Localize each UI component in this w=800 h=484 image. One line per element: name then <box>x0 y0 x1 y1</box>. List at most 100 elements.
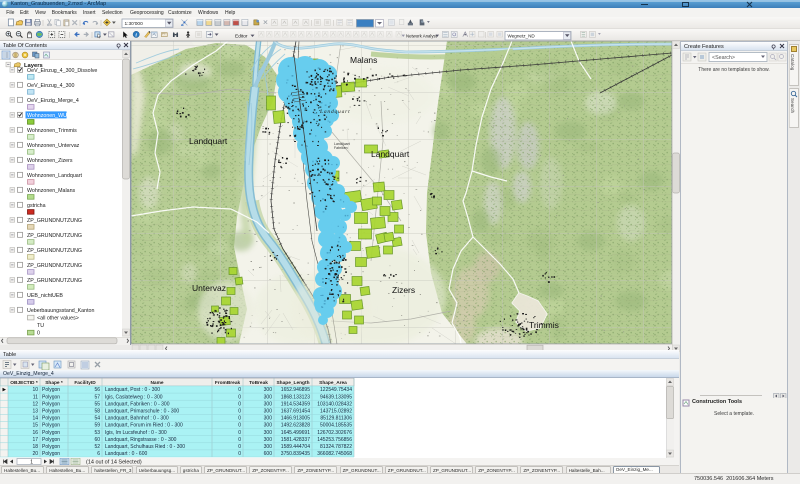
svg-text:1652.946895: 1652.946895 <box>281 387 310 393</box>
svg-text:Polygon: Polygon <box>42 451 60 457</box>
svg-text:300: 300 <box>264 394 273 400</box>
svg-text:300: 300 <box>264 416 273 422</box>
svg-text:300: 300 <box>264 387 273 393</box>
svg-text:103140.028432: 103140.028432 <box>317 401 352 407</box>
svg-text:Wohnzonen_Untervaz: Wohnzonen_Untervaz <box>27 143 80 149</box>
svg-text:300: 300 <box>264 444 273 450</box>
svg-text:6: 6 <box>97 451 100 457</box>
svg-text:Polygon: Polygon <box>42 430 60 436</box>
svg-text:Wohnzonen_WU2J: Wohnzonen_WU2J <box>27 113 73 119</box>
svg-text:OeV_Einzug_4_300: OeV_Einzug_4_300 <box>27 83 74 89</box>
svg-text:Polygon: Polygon <box>42 444 60 450</box>
svg-text:Igis, Im Lucsfeuhof : 0 - 300: Igis, Im Lucsfeuhof : 0 - 300 <box>105 430 167 436</box>
svg-text:Wohnzonen_Zizers: Wohnzonen_Zizers <box>27 158 73 164</box>
svg-text:300: 300 <box>264 430 273 436</box>
svg-text:Shape *: Shape * <box>45 380 63 386</box>
svg-text:50004.185535: 50004.185535 <box>320 423 352 429</box>
svg-text:ZP_GRUNDNUTZUNG: ZP_GRUNDNUTZUNG <box>27 248 82 254</box>
svg-text:1914.534359: 1914.534359 <box>281 401 310 407</box>
svg-text:ZP_GRUNDNUTZUNG: ZP_GRUNDNUTZUNG <box>27 233 82 239</box>
svg-text:145253.756856: 145253.756856 <box>317 437 352 443</box>
svg-text:Igis, Caslatelweg : 0 - 300: Igis, Caslatelweg : 0 - 300 <box>105 394 163 400</box>
svg-text:TU: TU <box>37 323 44 329</box>
svg-text:60: 60 <box>94 437 100 443</box>
svg-text:600: 600 <box>264 451 273 457</box>
svg-text:Polygon: Polygon <box>42 423 60 429</box>
svg-text:Polygon: Polygon <box>42 401 60 407</box>
svg-text:<Search>: <Search> <box>712 55 735 61</box>
svg-text:143715.02892: 143715.02892 <box>320 409 352 415</box>
svg-text:81324.787822: 81324.787822 <box>320 444 352 450</box>
svg-text:10: 10 <box>32 387 38 393</box>
svg-text:OeV_Einzig_Merge_4: OeV_Einzig_Merge_4 <box>27 98 79 104</box>
svg-text:122549.75434: 122549.75434 <box>320 387 352 393</box>
svg-text:57: 57 <box>94 394 100 400</box>
svg-text:Shape_Length: Shape_Length <box>276 380 309 386</box>
svg-text:59: 59 <box>94 423 100 429</box>
svg-text:UEB_nichtUEB: UEB_nichtUEB <box>27 293 63 299</box>
svg-text:54: 54 <box>94 416 100 422</box>
svg-text:Wegnetz_ND: Wegnetz_ND <box>508 34 536 39</box>
svg-text:300: 300 <box>264 409 273 415</box>
svg-text:<all other values>: <all other values> <box>37 316 79 322</box>
svg-text:Landquart, Post : 0 - 300: Landquart, Post : 0 - 300 <box>105 387 160 393</box>
svg-text:0: 0 <box>238 387 241 393</box>
svg-text:94639.133095: 94639.133095 <box>320 394 352 400</box>
svg-text:Ueberbauungsstand_Kanton: Ueberbauungsstand_Kanton <box>27 308 94 314</box>
svg-text:0: 0 <box>238 444 241 450</box>
svg-text:1466.913005: 1466.913005 <box>281 416 310 422</box>
svg-text:1581.428337: 1581.428337 <box>281 437 310 443</box>
svg-text:Landquart: Landquart <box>319 109 350 115</box>
svg-text:300: 300 <box>264 401 273 407</box>
svg-text:Landquart, Schulhaus Ried : 0: Landquart, Schulhaus Ried : 0 - 300 <box>105 444 185 450</box>
svg-text:Landquart, Forum im Ried : 0 -: Landquart, Forum im Ried : 0 - 300 <box>105 423 183 429</box>
svg-text:gstricha: gstricha <box>27 203 46 209</box>
svg-text:1:30'000: 1:30'000 <box>125 21 144 27</box>
svg-text:Polygon: Polygon <box>42 387 60 393</box>
svg-text:1645.499691: 1645.499691 <box>281 430 310 436</box>
svg-text:12: 12 <box>32 401 38 407</box>
svg-text:11: 11 <box>33 394 38 400</box>
svg-text:0: 0 <box>238 437 241 443</box>
svg-text:Landquart : 0 - 600: Landquart : 0 - 600 <box>105 451 147 457</box>
svg-text:1868.133123: 1868.133123 <box>281 394 310 400</box>
svg-text:Editor: Editor <box>235 33 248 39</box>
svg-text:Landquart, Primarschule : 0 -: Landquart, Primarschule : 0 - 300 <box>105 409 179 415</box>
svg-text:20: 20 <box>32 451 38 457</box>
svg-text:Name: Name <box>150 380 163 386</box>
svg-text:0: 0 <box>238 451 241 457</box>
svg-text:52: 52 <box>94 444 100 450</box>
svg-text:Trimmis: Trimmis <box>529 320 559 330</box>
svg-text:55: 55 <box>94 401 100 407</box>
svg-text:OeV_Einzug_4_300_Dissolve: OeV_Einzug_4_300_Dissolve <box>27 68 97 74</box>
svg-text:Landquart, Bahnhof : 0 - 300: Landquart, Bahnhof : 0 - 300 <box>105 416 169 422</box>
svg-text:0: 0 <box>238 416 241 422</box>
svg-text:Malans: Malans <box>350 55 377 65</box>
svg-text:Polygon: Polygon <box>42 394 60 400</box>
svg-text:FacilityID: FacilityID <box>74 380 96 386</box>
svg-text:0: 0 <box>37 331 40 337</box>
svg-text:300: 300 <box>264 437 273 443</box>
svg-text:13: 13 <box>32 409 38 415</box>
svg-text:Wohnzonen_Malans: Wohnzonen_Malans <box>27 188 76 194</box>
svg-text:18: 18 <box>32 444 38 450</box>
svg-text:56: 56 <box>94 387 100 393</box>
svg-text:0: 0 <box>238 394 241 400</box>
svg-text:Wohnzonen_Landquart: Wohnzonen_Landquart <box>27 173 83 179</box>
svg-text:300: 300 <box>264 423 273 429</box>
svg-text:0: 0 <box>238 409 241 415</box>
svg-text:15: 15 <box>32 423 38 429</box>
svg-text:Landquart: Landquart <box>371 149 410 159</box>
svg-text:0: 0 <box>238 423 241 429</box>
svg-text:Landquart, Ringstrasse : 0 - 3: Landquart, Ringstrasse : 0 - 300 <box>105 437 177 443</box>
svg-text:Wohnzonen_Trimmis: Wohnzonen_Trimmis <box>27 128 77 134</box>
svg-text:1637.691454: 1637.691454 <box>281 409 310 415</box>
svg-text:OBJECTID *: OBJECTID * <box>10 380 38 386</box>
svg-text:Polygon: Polygon <box>42 437 60 443</box>
svg-text:Network Analyst: Network Analyst <box>406 33 438 38</box>
svg-text:ToBreak: ToBreak <box>249 380 268 386</box>
svg-text:0: 0 <box>238 401 241 407</box>
svg-text:3750.839435: 3750.839435 <box>281 451 310 457</box>
svg-text:Polygon: Polygon <box>42 409 60 415</box>
svg-text:Untervaz: Untervaz <box>192 283 226 293</box>
